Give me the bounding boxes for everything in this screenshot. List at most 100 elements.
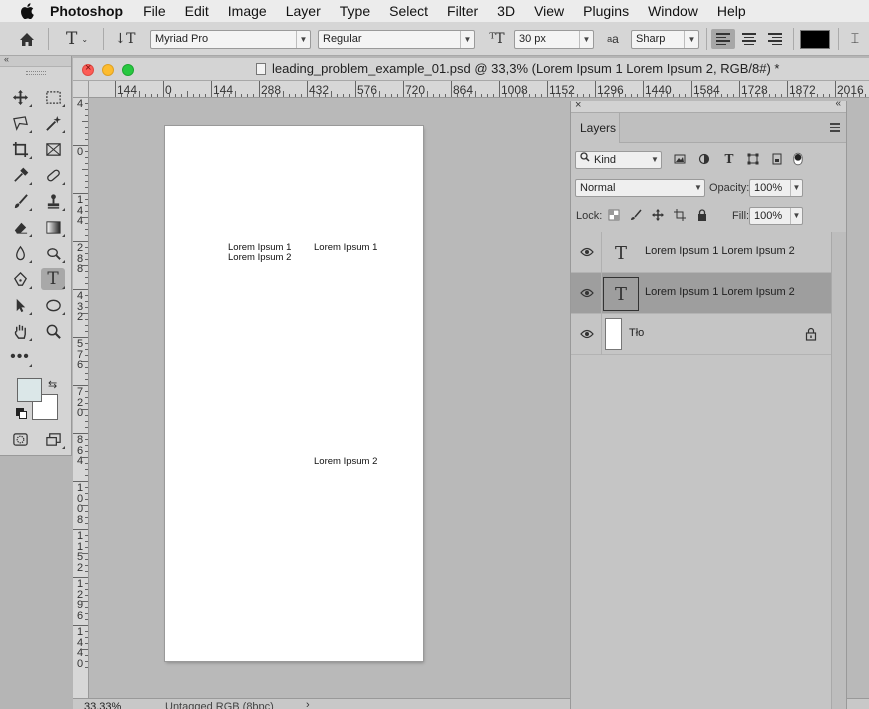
ruler-minor-tick xyxy=(583,94,584,97)
canvas-text-right-top[interactable]: Lorem Ipsum 1 xyxy=(314,243,377,253)
swap-colors-icon[interactable]: ⇆ xyxy=(48,378,57,391)
filter-adjustment-icon[interactable] xyxy=(697,152,711,166)
filter-kind-select[interactable]: Kind ▼ xyxy=(575,151,662,169)
collapse-icon[interactable]: « xyxy=(4,54,9,64)
align-right-button[interactable] xyxy=(763,29,787,49)
minimize-window-button[interactable] xyxy=(102,64,114,76)
foreground-color-swatch[interactable] xyxy=(17,378,42,402)
crop-tool-icon[interactable] xyxy=(8,138,32,160)
eyedropper-tool-icon[interactable] xyxy=(8,164,32,186)
zoom-level[interactable]: 33,33% xyxy=(84,701,121,709)
apple-icon[interactable] xyxy=(20,3,36,19)
layer-name[interactable]: Tło xyxy=(629,327,644,339)
gradient-tool-icon[interactable] xyxy=(41,216,65,238)
ruler-minor-tick xyxy=(373,94,374,97)
filter-smart-object-icon[interactable] xyxy=(770,152,784,166)
align-center-button[interactable] xyxy=(737,29,761,49)
menu-view[interactable]: View xyxy=(534,3,564,19)
eye-icon[interactable] xyxy=(580,329,594,339)
menu-3d[interactable]: 3D xyxy=(497,3,515,19)
canvas-document[interactable]: Lorem Ipsum 1 Lorem Ipsum 2 Lorem Ipsum … xyxy=(165,126,423,661)
dodge-tool-icon[interactable] xyxy=(41,242,65,264)
canvas-text-right-bottom[interactable]: Lorem Ipsum 2 xyxy=(314,457,377,467)
home-icon[interactable] xyxy=(16,29,38,49)
align-left-button[interactable] xyxy=(711,29,735,49)
font-size-select[interactable]: 30 px ▼ xyxy=(514,30,594,49)
menu-help[interactable]: Help xyxy=(717,3,746,19)
filter-shape-icon[interactable] xyxy=(746,152,760,166)
close-window-button[interactable] xyxy=(82,62,94,76)
menu-app-photoshop[interactable]: Photoshop xyxy=(50,3,123,19)
panel-menu-icon[interactable] xyxy=(830,123,840,134)
blend-mode-select[interactable]: Normal ▼ xyxy=(575,179,705,197)
status-menu-arrow-icon[interactable]: › xyxy=(306,699,310,709)
vertical-ruler[interactable]: 4 0 1 4 4 2 8 8 4 3 2 5 7 6 7 2 0 8 6 4 1 0 0 8 1… xyxy=(73,98,89,698)
panel-grip[interactable] xyxy=(26,71,46,75)
healing-brush-tool-icon[interactable] xyxy=(41,164,65,186)
pen-tool-icon[interactable] xyxy=(8,268,32,290)
default-colors-icon[interactable] xyxy=(16,408,27,419)
magic-wand-tool-icon[interactable] xyxy=(41,112,65,134)
hand-tool-icon[interactable] xyxy=(8,320,32,342)
menu-type[interactable]: Type xyxy=(340,3,370,19)
menu-layer[interactable]: Layer xyxy=(286,3,321,19)
menu-filter[interactable]: Filter xyxy=(447,3,478,19)
layer-row-text-2-selected[interactable]: T Lorem Ipsum 1 Lorem Ipsum 2 xyxy=(571,273,831,314)
toggle-text-orientation-icon[interactable]: ↓T xyxy=(113,29,137,49)
eye-icon[interactable] xyxy=(580,247,594,257)
quick-mask-icon[interactable] xyxy=(8,428,32,450)
ruler-minor-tick xyxy=(475,91,476,97)
blur-tool-icon[interactable] xyxy=(8,242,32,264)
menu-select[interactable]: Select xyxy=(389,3,428,19)
zoom-tool-icon[interactable] xyxy=(41,320,65,342)
menu-image[interactable]: Image xyxy=(228,3,267,19)
fill-input[interactable]: 100% ▼ xyxy=(749,207,803,225)
lock-position-icon[interactable] xyxy=(651,208,665,222)
menu-edit[interactable]: Edit xyxy=(185,3,209,19)
layers-scrollbar[interactable] xyxy=(831,232,846,709)
font-style-select[interactable]: Regular ▼ xyxy=(318,30,475,49)
text-color-swatch[interactable] xyxy=(800,30,830,49)
font-family-select[interactable]: Myriad Pro ▼ xyxy=(150,30,311,49)
ruler-minor-tick xyxy=(679,94,680,97)
layer-row-text-1[interactable]: T Lorem Ipsum 1 Lorem Ipsum 2 xyxy=(571,232,831,273)
ruler-origin[interactable] xyxy=(73,81,89,98)
lasso-tool-icon[interactable] xyxy=(8,112,32,134)
marquee-tool-icon[interactable] xyxy=(41,86,65,108)
close-panel-icon[interactable]: × xyxy=(575,99,581,111)
menu-plugins[interactable]: Plugins xyxy=(583,3,629,19)
type-tool-icon[interactable]: T xyxy=(41,268,65,290)
filter-toggle-icon[interactable] xyxy=(791,152,805,166)
layer-name[interactable]: Lorem Ipsum 1 Lorem Ipsum 2 xyxy=(645,245,795,257)
type-tool-preset-icon[interactable]: T ⌄ xyxy=(60,29,94,49)
opacity-input[interactable]: 100% ▼ xyxy=(749,179,803,197)
lock-all-icon[interactable] xyxy=(695,208,709,222)
menu-window[interactable]: Window xyxy=(648,3,698,19)
menu-file[interactable]: File xyxy=(143,3,166,19)
eye-icon[interactable] xyxy=(580,288,594,298)
tab-layers[interactable]: Layers xyxy=(571,113,620,143)
stamp-tool-icon[interactable] xyxy=(41,190,65,212)
warp-text-icon[interactable]: ⌶ xyxy=(845,29,865,49)
layer-row-background[interactable]: Tło xyxy=(571,314,831,355)
lock-image-pixels-icon[interactable] xyxy=(629,208,643,222)
frame-tool-icon[interactable] xyxy=(41,138,65,160)
path-selection-tool-icon[interactable] xyxy=(8,294,32,316)
brush-tool-icon[interactable] xyxy=(8,190,32,212)
collapse-panel-icon[interactable]: « xyxy=(835,98,841,109)
canvas-text-left-line2[interactable]: Lorem Ipsum 2 xyxy=(228,253,291,263)
lock-transparent-pixels-icon[interactable] xyxy=(607,208,621,222)
ruler-minor-tick xyxy=(85,229,88,230)
layer-name[interactable]: Lorem Ipsum 1 Lorem Ipsum 2 xyxy=(645,286,795,298)
eraser-tool-icon[interactable] xyxy=(8,216,32,238)
more-tools-icon[interactable]: ••• xyxy=(8,346,32,368)
screen-mode-icon[interactable] xyxy=(41,428,65,450)
maximize-window-button[interactable] xyxy=(122,64,134,76)
horizontal-ruler[interactable]: 144 0 144 288 432 576 720 864 1008 1152 1296 1440 15… xyxy=(89,81,869,98)
move-tool-icon[interactable] xyxy=(8,86,32,108)
antialias-select[interactable]: Sharp ▼ xyxy=(631,30,699,49)
lock-artboard-icon[interactable] xyxy=(673,208,687,222)
filter-pixel-icon[interactable] xyxy=(673,152,687,166)
filter-type-icon[interactable]: T xyxy=(722,152,736,166)
ellipse-tool-icon[interactable] xyxy=(41,294,65,316)
